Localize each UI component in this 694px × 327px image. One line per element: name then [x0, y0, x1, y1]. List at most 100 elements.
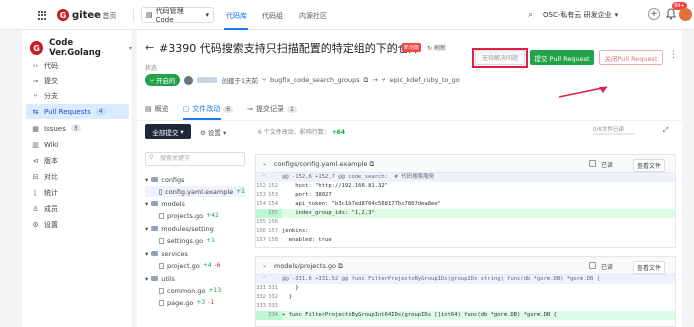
- diff-header: ⌄ models/projects.go ⧉ 已读 查看文件: [256, 257, 675, 275]
- copy-icon[interactable]: ⧉: [370, 160, 375, 168]
- divider: [133, 9, 134, 21]
- chevron-down-icon[interactable]: ⌄: [262, 262, 267, 269]
- sidebar-item-members[interactable]: ♙ 成员: [26, 201, 129, 216]
- line-number-old: 332: [256, 294, 266, 300]
- tree-folder[interactable]: ▾ services: [145, 248, 188, 259]
- resolve-status-button[interactable]: 无待解决问题: [475, 50, 525, 65]
- expand-lines-icon[interactable]: ⌃: [256, 275, 268, 284]
- diff-line: 153 153 port: 38027: [256, 191, 675, 200]
- expand-icon[interactable]: ⤢: [663, 126, 669, 135]
- line-number-old: 333: [256, 303, 266, 309]
- diff-line: 156 157 jenkins:: [256, 227, 675, 236]
- tab-inner-source[interactable]: 内源社区: [299, 11, 327, 21]
- file-filter-input[interactable]: 搜索关键字: [145, 152, 245, 166]
- diff-line-added: 334 + func FilterProjectsByGroupInt64IDs(…: [256, 311, 675, 320]
- sidebar-item-settings[interactable]: ⚙ 设置: [26, 217, 129, 232]
- gitee-mark-icon: G: [57, 9, 69, 21]
- refresh-button[interactable]: ↻ 刷新: [427, 43, 446, 52]
- diff-line: 155 156: [256, 218, 675, 227]
- sidebar-item-branches[interactable]: ⑂ 分支: [26, 88, 129, 103]
- submit-pr-button[interactable]: 提交 Pull Request: [530, 50, 594, 65]
- wiki-icon: ▥: [32, 140, 39, 149]
- repo-header[interactable]: G Code Ver.Golang ▾: [30, 38, 132, 58]
- tab-file-changes[interactable]: ▢ 文件改动 6: [183, 102, 234, 116]
- author-avatar[interactable]: [184, 75, 194, 85]
- tab-repo-groups[interactable]: 代码组: [262, 11, 283, 21]
- tree-file[interactable]: projects.go +42: [159, 210, 219, 221]
- tree-folder[interactable]: ▾ models: [145, 198, 185, 209]
- copy-icon[interactable]: ⧉: [338, 262, 343, 270]
- author-name-redacted: [197, 77, 218, 83]
- main-content: ← #3390 代码搜索支持只扫描配置的特定组的下的仓库 新功能 ↻ 刷新 无待…: [137, 30, 682, 327]
- tree-folder[interactable]: ▾ configs: [145, 174, 185, 185]
- tree-file[interactable]: project.go +4 -6: [159, 260, 221, 271]
- file-icon: [159, 188, 163, 195]
- chevron-down-icon[interactable]: ⌄: [262, 160, 267, 167]
- tab-overview[interactable]: ▤ 概览: [145, 102, 169, 116]
- apps-grid-icon[interactable]: [38, 11, 47, 20]
- chevron-down-icon: ▾: [145, 175, 149, 184]
- viewed-progress-bar: [593, 133, 635, 135]
- home-link[interactable]: ⌂ 首页: [96, 11, 116, 21]
- search-icon[interactable]: ⌕: [528, 10, 533, 20]
- sidebar-item-pull-requests[interactable]: ⇆ Pull Requests 4: [26, 104, 129, 119]
- expand-lines-icon[interactable]: ⌃: [256, 173, 268, 182]
- sidebar-item-code[interactable]: ‹› 代码: [26, 58, 129, 73]
- line-number-old: 152: [256, 183, 266, 189]
- enterprise-select[interactable]: OSC-私有云 研发企业 ▾: [543, 8, 643, 22]
- viewed-label: 已读: [601, 162, 614, 169]
- back-arrow-icon[interactable]: ←: [145, 41, 154, 54]
- sidebar-item-stats[interactable]: ⌊ 统计: [26, 185, 129, 200]
- gitee-logo[interactable]: Ggitee: [57, 9, 101, 21]
- plus-icon[interactable]: +: [648, 8, 660, 20]
- code-text: }: [282, 294, 292, 300]
- viewed-progress-label: 0/6文件已读: [593, 127, 624, 133]
- stats-icon: ⌊: [34, 188, 37, 197]
- diff-settings-button[interactable]: ⚙ 设置 ▾: [200, 127, 226, 137]
- line-number-old: 154: [256, 201, 266, 207]
- tree-file[interactable]: settings.go +1: [159, 235, 215, 246]
- tree-folder[interactable]: ▾ utils: [145, 273, 175, 284]
- tree-file[interactable]: page.go +3 -1: [159, 297, 214, 308]
- more-options-icon[interactable]: ⋮: [669, 50, 678, 60]
- all-commits-select[interactable]: 全部提交 ▾: [145, 124, 191, 139]
- code-text: @@ -152,6 +152,7 @@ code_search: # 代码搜索服…: [282, 174, 435, 180]
- user-avatar[interactable]: [679, 8, 692, 21]
- sidebar-item-tags[interactable]: ⊲ 版本: [26, 153, 129, 168]
- copy-icon[interactable]: ⧉: [364, 76, 369, 85]
- diff-hunk-header: ⌃ @@ -152,6 +152,7 @@ code_search: # 代码搜索…: [256, 173, 675, 182]
- viewed-checkbox[interactable]: [589, 262, 596, 269]
- line-number-old: [256, 311, 268, 320]
- source-branch[interactable]: bugfix_code_search_groups: [270, 76, 360, 84]
- tree-folder[interactable]: ▾ modules/setting: [145, 223, 214, 234]
- sidebar-item-commits[interactable]: ⊸ 提交: [26, 73, 129, 88]
- diff-lines: ⌃ @@ -152,6 +152,7 @@ code_search: # 代码搜索…: [256, 173, 675, 245]
- viewed-checkbox[interactable]: [589, 160, 596, 167]
- diff-line: 152 152 host: "http://192.166.81.32": [256, 182, 675, 191]
- view-file-button[interactable]: 查看文件: [633, 159, 666, 172]
- app: Ggitee ⌂ 首页 ▤ 代码管理 Code ▾ 代码库 代码组 内源社区 ⌕ OS…: [0, 0, 694, 327]
- pr-icon: ⇆: [32, 107, 39, 116]
- tab-repos[interactable]: 代码库: [226, 11, 247, 21]
- code-text: api_token: "b3c1b7ed8764c568177bc7807dea…: [282, 201, 441, 207]
- tree-file[interactable]: common.go +13: [159, 285, 221, 296]
- folder-icon: [151, 201, 159, 206]
- divider: [137, 120, 682, 121]
- sidebar-item-issues[interactable]: ▦ Issues 3: [26, 121, 129, 136]
- diff-line-added: 155 index_group_ids: "1,2,3": [256, 209, 675, 218]
- tree-file[interactable]: config.yaml.example +1: [145, 186, 245, 197]
- target-branch[interactable]: epic_kdef_ruby_to_go: [390, 76, 460, 84]
- sidebar-item-wiki[interactable]: ▥ Wiki: [26, 137, 129, 152]
- line-number-old: [256, 209, 268, 218]
- compare-icon: ⊟: [32, 172, 39, 181]
- repo-name: Code Ver.Golang: [49, 38, 101, 58]
- branch-icon: ⑂: [381, 76, 386, 84]
- pr-tag: 新功能: [402, 43, 422, 52]
- close-pr-button[interactable]: 关闭Pull Request: [599, 50, 663, 65]
- view-file-button[interactable]: 查看文件: [633, 261, 666, 274]
- project-select[interactable]: ▤ 代码管理 Code ▾: [141, 7, 214, 24]
- sidebar-item-compare[interactable]: ⊟ 对比: [26, 169, 129, 184]
- tab-commits[interactable]: ⊸ 提交记录 1: [247, 102, 297, 116]
